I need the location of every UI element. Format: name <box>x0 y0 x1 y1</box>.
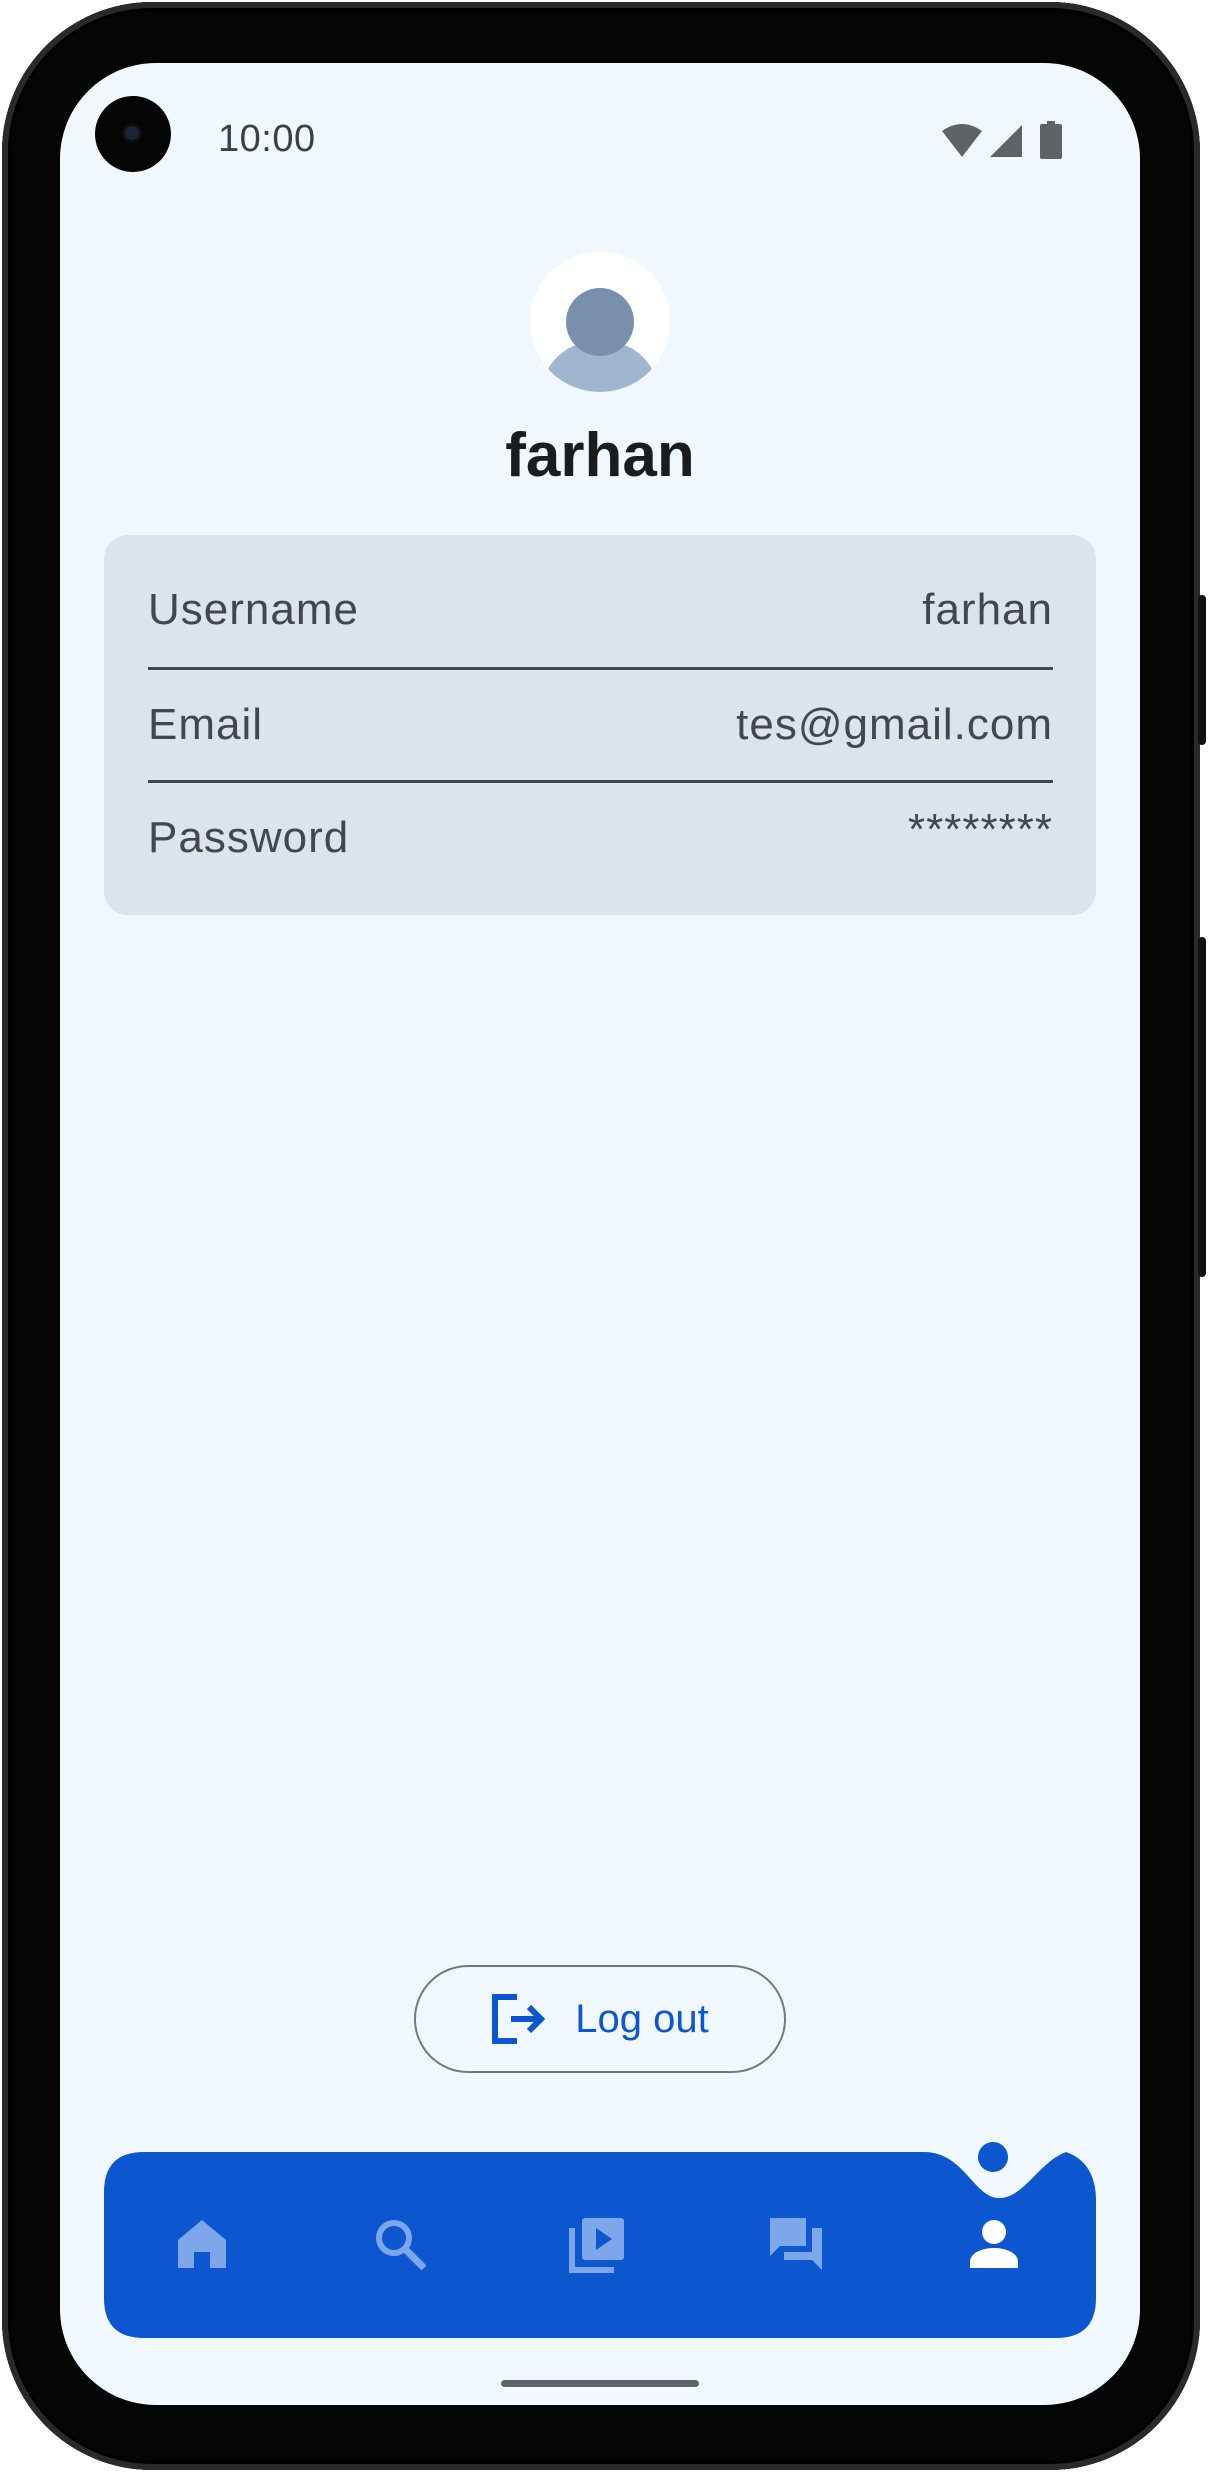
home-indicator[interactable] <box>501 2380 699 2387</box>
nav-search[interactable] <box>360 2204 440 2284</box>
front-camera <box>95 96 171 172</box>
battery-icon <box>1040 121 1062 159</box>
person-avatar-icon <box>530 252 670 392</box>
status-time: 10:00 <box>218 118 316 160</box>
email-value: tes@gmail.com <box>736 700 1053 749</box>
profile-name: farhan <box>505 421 695 490</box>
video-library-icon <box>569 2218 624 2273</box>
wifi-icon <box>942 124 982 157</box>
active-indicator-dot <box>978 2142 1008 2172</box>
username-value: farhan <box>922 585 1053 634</box>
username-label: Username <box>148 585 359 634</box>
email-label: Email <box>148 700 264 749</box>
nav-chat[interactable] <box>756 2204 836 2284</box>
password-row: Password ******** <box>148 783 1053 893</box>
account-info-card: Username farhan Email tes@gmail.com Pass… <box>104 535 1096 915</box>
logout-button[interactable]: Log out <box>414 1965 786 2073</box>
volume-button <box>1198 937 1206 1277</box>
person-icon <box>970 2220 1018 2268</box>
password-value: ******** <box>908 805 1053 854</box>
search-icon <box>376 2220 427 2271</box>
logout-label: Log out <box>575 1996 709 2041</box>
logout-icon <box>492 1994 546 2044</box>
password-label: Password <box>148 813 350 862</box>
nav-profile[interactable] <box>954 2204 1034 2284</box>
cell-signal-icon <box>990 125 1022 157</box>
username-row: Username farhan <box>148 555 1053 665</box>
bottom-navigation-bar <box>104 2100 1096 2338</box>
avatar <box>530 252 670 392</box>
power-button <box>1198 595 1206 745</box>
nav-home[interactable] <box>162 2204 242 2284</box>
status-icons <box>940 117 1070 163</box>
email-row: Email tes@gmail.com <box>148 670 1053 780</box>
home-icon <box>178 2220 226 2268</box>
chat-icon <box>770 2218 822 2270</box>
nav-videos[interactable] <box>558 2204 638 2284</box>
